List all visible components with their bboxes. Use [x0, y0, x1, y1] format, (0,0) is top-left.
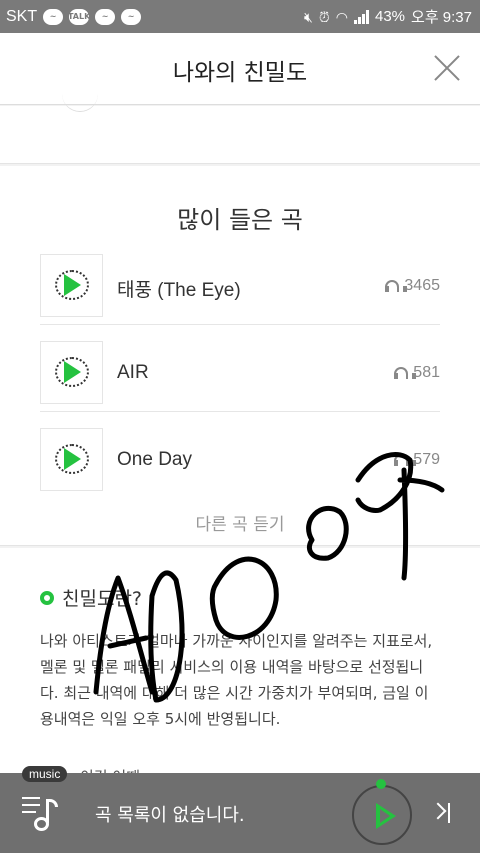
clock: 오후 9:37	[411, 9, 472, 26]
play-count: 579	[394, 451, 440, 469]
more-songs-link[interactable]: 다른 곡 듣기	[0, 510, 480, 535]
messenger-icon: ~	[43, 8, 64, 25]
page-title: 나와의 친밀도	[172, 60, 308, 86]
play-count: 581	[394, 364, 440, 382]
battery-percent: 43%	[375, 8, 406, 25]
play-logo-icon	[64, 448, 81, 470]
headphones-icon	[385, 280, 408, 292]
album-thumbnail	[40, 428, 103, 491]
playlist-icon[interactable]	[22, 793, 60, 833]
progress-indicator	[376, 779, 386, 789]
mute-icon: 🔇︎	[304, 8, 313, 25]
section-title: 많이 들은 곡	[177, 206, 303, 234]
song-title: AIR	[117, 362, 149, 383]
signal-icon	[354, 9, 369, 24]
album-thumbnail	[40, 341, 103, 404]
song-title: One Day	[117, 449, 192, 470]
messenger-icon-2: ~	[95, 8, 116, 25]
headphones-icon	[394, 367, 417, 379]
headphones-icon	[394, 454, 417, 466]
about-section: 친밀도란? 나와 아티스트가 얼마나 가까운 사이인지를 알려주는 지표로서, …	[0, 548, 480, 788]
messenger-icon-3: ~	[121, 8, 142, 25]
previous-section-strip	[0, 106, 480, 164]
alarm-icon: ⏰︎	[318, 8, 330, 25]
play-button[interactable]	[352, 785, 412, 845]
avatar-edge	[62, 88, 98, 112]
carrier-label: SKT	[6, 7, 38, 25]
song-title: 태풍 (The Eye)	[117, 280, 241, 301]
song-row[interactable]: 태풍 (The Eye) 3465	[40, 238, 440, 325]
talk-icon: TALK	[68, 8, 90, 25]
play-logo-icon	[64, 361, 81, 383]
play-count: 3465	[385, 277, 440, 295]
about-description: 나와 아티스트가 얼마나 가까운 사이인지를 알려주는 지표로서, 멜론 및 멜…	[40, 632, 433, 728]
song-row[interactable]: AIR 581	[40, 325, 440, 412]
wifi-icon: ◠	[335, 8, 348, 25]
player-status: 곡 목록이 없습니다.	[95, 805, 245, 826]
status-bar: SKT ~ TALK ~ ~ 🔇︎ ⏰︎ ◠ 43% 오후 9:37	[0, 0, 480, 33]
close-button[interactable]	[430, 51, 464, 85]
bullet-icon	[40, 590, 54, 605]
play-logo-icon	[64, 274, 81, 296]
music-badge: music	[22, 766, 68, 782]
album-thumbnail	[40, 254, 103, 317]
top-songs-section: 많이 들은 곡 태풍 (The Eye) 3465 AIR 581 One Da…	[0, 166, 480, 546]
about-heading: 친밀도란?	[40, 584, 142, 611]
song-row[interactable]: One Day 579	[40, 412, 440, 499]
mini-player: 곡 목록이 없습니다.	[0, 773, 480, 853]
next-track-button[interactable]	[430, 803, 456, 825]
